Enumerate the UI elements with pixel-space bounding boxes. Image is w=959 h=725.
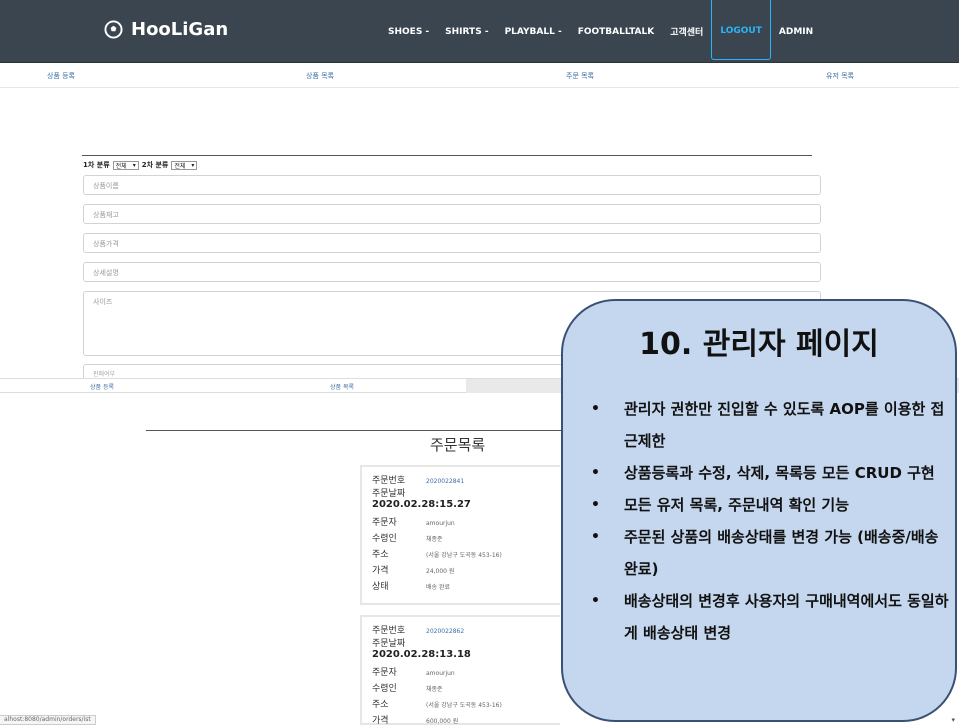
status-label: 상태 xyxy=(372,582,389,592)
callout-bullet: 관리자 권한만 진입할 수 있도록 AOP를 이용한 접근제한 xyxy=(591,393,951,457)
subnav-product-register[interactable]: 상품 등록 xyxy=(47,71,75,81)
feature-callout: 10. 관리자 페이지 관리자 권한만 진입할 수 있도록 AOP를 이용한 접… xyxy=(561,299,957,722)
buyer-label: 주문자 xyxy=(372,668,397,678)
subnav-user-list[interactable]: 유저 목록 xyxy=(826,71,854,81)
address-label: 주소 xyxy=(372,700,389,710)
order-card: 주문번호 2020022841 주문날짜 2020.02.28:15.27 주문자… xyxy=(360,465,560,605)
category2-value: 전체 xyxy=(174,162,186,170)
category2-select[interactable]: 전체 ▾ xyxy=(171,160,198,170)
order-card: 주문번호 2020022862 주문날짜 2020.02.28:13.18 주문자… xyxy=(360,615,560,725)
buyer-value: amourjun xyxy=(426,520,455,527)
product-name-input[interactable]: 상품이름 xyxy=(83,175,821,195)
order-date: 2020.02.28:13.18 xyxy=(372,649,471,660)
form-divider xyxy=(82,155,812,156)
chevron-down-icon: ▾ xyxy=(132,161,136,169)
receiver-value: 채종준 xyxy=(426,686,443,693)
address-value: (서울 강남구 도곡동 453-16) xyxy=(426,552,502,559)
price-value: 24,000 원 xyxy=(426,568,455,575)
callout-title: 10. 관리자 페이지 xyxy=(639,327,879,362)
menu-shirts[interactable]: SHIRTS - xyxy=(437,4,496,60)
buyer-value: amourjun xyxy=(426,670,455,677)
product-desc-input[interactable]: 상세설명 xyxy=(83,262,821,282)
chevron-down-icon: ▾ xyxy=(191,161,195,169)
order-no[interactable]: 2020022862 xyxy=(426,628,464,635)
order-no-label: 주문번호 xyxy=(372,626,406,636)
brand-logo[interactable]: HooLiGan xyxy=(104,19,228,40)
chevron-down-icon[interactable]: ▾ xyxy=(951,716,955,724)
soccer-ball-icon xyxy=(104,20,123,39)
subnav2-product-list[interactable]: 상품 목록 xyxy=(330,382,354,391)
logout-button[interactable]: LOGOUT xyxy=(711,0,771,60)
brand-name: HooLiGan xyxy=(131,19,229,40)
browser-status-bar: alhost:8080/admin/orders/ist xyxy=(0,715,96,725)
category1-label: 1차 분류 xyxy=(83,161,110,169)
callout-list: 관리자 권한만 진입할 수 있도록 AOP를 이용한 접근제한 상품등록과 수정… xyxy=(591,393,951,649)
menu-footballtalk[interactable]: FOOTBALLTALK xyxy=(570,4,663,60)
price-label: 가격 xyxy=(372,566,389,576)
menu-playball[interactable]: PLAYBALL - xyxy=(497,4,570,60)
admin-subnav: 상품 등록 상품 목록 주문 목록 유저 목록 xyxy=(0,64,959,88)
order-no[interactable]: 2020022841 xyxy=(426,478,464,485)
order-date-label: 주문날짜 xyxy=(372,639,406,649)
product-price-input[interactable]: 상품가격 xyxy=(83,233,821,253)
order-date: 2020.02.28:15.27 xyxy=(372,499,471,510)
category1-select[interactable]: 전체 ▾ xyxy=(112,160,139,170)
receiver-value: 채종준 xyxy=(426,536,443,543)
category-row: 1차 분류 전체 ▾ 2차 분류 전체 ▾ xyxy=(83,160,198,170)
order-date-label: 주문날짜 xyxy=(372,489,406,499)
subnav-order-list[interactable]: 주문 목록 xyxy=(566,71,594,81)
product-stock-input[interactable]: 상품재고 xyxy=(83,204,821,224)
category2-label: 2차 분류 xyxy=(141,161,169,169)
buyer-label: 주문자 xyxy=(372,518,397,528)
address-label: 주소 xyxy=(372,550,389,560)
subnav-product-list[interactable]: 상품 목록 xyxy=(306,71,334,81)
receiver-label: 수령인 xyxy=(372,684,397,694)
callout-bullet: 상품등록과 수정, 삭제, 목록등 모든 CRUD 구현 xyxy=(591,457,951,489)
category1-value: 전체 xyxy=(115,162,127,170)
slide-page: HooLiGan SHOES - SHIRTS - PLAYBALL - FOO… xyxy=(0,0,959,725)
price-value: 600,000 원 xyxy=(426,718,459,725)
callout-bullet: 모든 유저 목록, 주문내역 확인 기능 xyxy=(591,489,951,521)
menu-shoes[interactable]: SHOES - xyxy=(380,4,437,60)
top-navbar: HooLiGan SHOES - SHIRTS - PLAYBALL - FOO… xyxy=(0,0,959,63)
callout-bullet: 주문된 상품의 배송상태를 변경 가능 (배송중/배송완료) xyxy=(591,521,951,585)
menu-customer-center[interactable]: 고객센터 xyxy=(662,4,711,60)
status-value[interactable]: 배송 완료 xyxy=(426,582,450,591)
callout-bullet: 배송상태의 변경후 사용자의 구매내역에서도 동일하게 배송상태 변경 xyxy=(591,585,951,649)
address-value: (서울 강남구 도곡동 453-16) xyxy=(426,702,502,709)
menu-admin[interactable]: ADMIN xyxy=(771,4,821,60)
order-divider xyxy=(146,430,576,431)
order-list-title: 주문목록 xyxy=(430,436,486,454)
main-menu: SHOES - SHIRTS - PLAYBALL - FOOTBALLTALK… xyxy=(380,0,821,63)
price-label: 가격 xyxy=(372,716,389,725)
receiver-label: 수령인 xyxy=(372,534,397,544)
order-no-label: 주문번호 xyxy=(372,476,406,486)
subnav2-product-register[interactable]: 상품 등록 xyxy=(90,382,114,391)
